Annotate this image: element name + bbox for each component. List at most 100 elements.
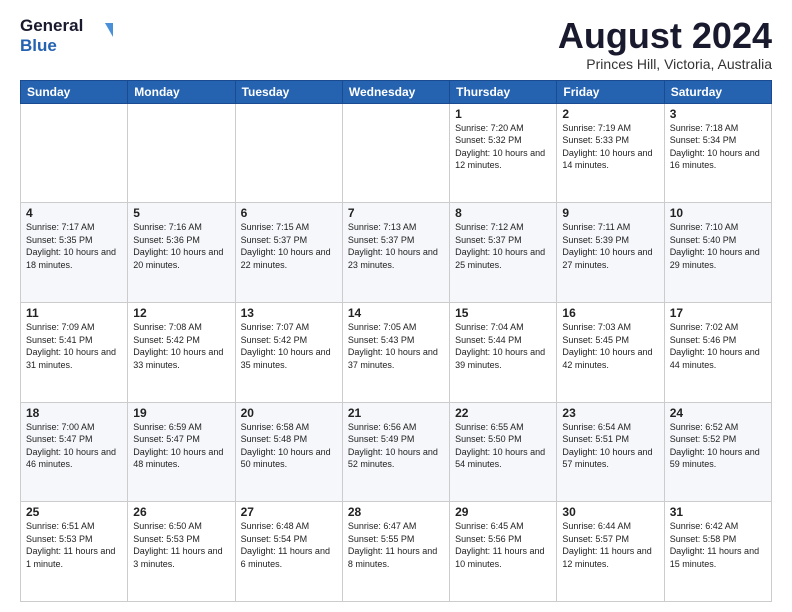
table-row: 11Sunrise: 7:09 AM Sunset: 5:41 PM Dayli… (21, 302, 128, 402)
location-subtitle: Princes Hill, Victoria, Australia (558, 56, 772, 72)
day-number: 28 (348, 505, 444, 519)
day-number: 25 (26, 505, 122, 519)
day-info: Sunrise: 6:47 AM Sunset: 5:55 PM Dayligh… (348, 520, 444, 570)
table-row: 9Sunrise: 7:11 AM Sunset: 5:39 PM Daylig… (557, 203, 664, 303)
day-info: Sunrise: 6:59 AM Sunset: 5:47 PM Dayligh… (133, 421, 229, 471)
table-row: 8Sunrise: 7:12 AM Sunset: 5:37 PM Daylig… (450, 203, 557, 303)
day-number: 4 (26, 206, 122, 220)
day-number: 5 (133, 206, 229, 220)
day-info: Sunrise: 7:02 AM Sunset: 5:46 PM Dayligh… (670, 321, 766, 371)
table-row (235, 103, 342, 203)
day-info: Sunrise: 7:20 AM Sunset: 5:32 PM Dayligh… (455, 122, 551, 172)
table-row: 13Sunrise: 7:07 AM Sunset: 5:42 PM Dayli… (235, 302, 342, 402)
day-number: 8 (455, 206, 551, 220)
table-row: 26Sunrise: 6:50 AM Sunset: 5:53 PM Dayli… (128, 502, 235, 602)
day-info: Sunrise: 6:55 AM Sunset: 5:50 PM Dayligh… (455, 421, 551, 471)
day-info: Sunrise: 7:04 AM Sunset: 5:44 PM Dayligh… (455, 321, 551, 371)
day-number: 14 (348, 306, 444, 320)
day-number: 22 (455, 406, 551, 420)
col-thursday: Thursday (450, 80, 557, 103)
day-info: Sunrise: 7:08 AM Sunset: 5:42 PM Dayligh… (133, 321, 229, 371)
day-number: 21 (348, 406, 444, 420)
day-number: 19 (133, 406, 229, 420)
page: General Blue August 2024 Princes Hill, V… (0, 0, 792, 612)
day-number: 12 (133, 306, 229, 320)
day-number: 7 (348, 206, 444, 220)
table-row: 1Sunrise: 7:20 AM Sunset: 5:32 PM Daylig… (450, 103, 557, 203)
table-row: 7Sunrise: 7:13 AM Sunset: 5:37 PM Daylig… (342, 203, 449, 303)
day-number: 30 (562, 505, 658, 519)
day-info: Sunrise: 7:19 AM Sunset: 5:33 PM Dayligh… (562, 122, 658, 172)
day-number: 17 (670, 306, 766, 320)
day-info: Sunrise: 7:09 AM Sunset: 5:41 PM Dayligh… (26, 321, 122, 371)
day-info: Sunrise: 7:07 AM Sunset: 5:42 PM Dayligh… (241, 321, 337, 371)
table-row: 29Sunrise: 6:45 AM Sunset: 5:56 PM Dayli… (450, 502, 557, 602)
day-info: Sunrise: 7:16 AM Sunset: 5:36 PM Dayligh… (133, 221, 229, 271)
logo-arrow-icon (87, 15, 117, 45)
table-row: 30Sunrise: 6:44 AM Sunset: 5:57 PM Dayli… (557, 502, 664, 602)
day-number: 26 (133, 505, 229, 519)
calendar: Sunday Monday Tuesday Wednesday Thursday… (20, 80, 772, 602)
col-sunday: Sunday (21, 80, 128, 103)
table-row (128, 103, 235, 203)
day-number: 29 (455, 505, 551, 519)
day-info: Sunrise: 6:54 AM Sunset: 5:51 PM Dayligh… (562, 421, 658, 471)
table-row: 6Sunrise: 7:15 AM Sunset: 5:37 PM Daylig… (235, 203, 342, 303)
day-info: Sunrise: 7:05 AM Sunset: 5:43 PM Dayligh… (348, 321, 444, 371)
day-info: Sunrise: 6:44 AM Sunset: 5:57 PM Dayligh… (562, 520, 658, 570)
table-row: 24Sunrise: 6:52 AM Sunset: 5:52 PM Dayli… (664, 402, 771, 502)
header: General Blue August 2024 Princes Hill, V… (20, 16, 772, 72)
day-info: Sunrise: 6:52 AM Sunset: 5:52 PM Dayligh… (670, 421, 766, 471)
day-info: Sunrise: 7:15 AM Sunset: 5:37 PM Dayligh… (241, 221, 337, 271)
day-info: Sunrise: 7:11 AM Sunset: 5:39 PM Dayligh… (562, 221, 658, 271)
day-number: 10 (670, 206, 766, 220)
day-number: 2 (562, 107, 658, 121)
day-info: Sunrise: 7:17 AM Sunset: 5:35 PM Dayligh… (26, 221, 122, 271)
logo: General Blue (20, 16, 117, 55)
table-row: 2Sunrise: 7:19 AM Sunset: 5:33 PM Daylig… (557, 103, 664, 203)
day-info: Sunrise: 7:10 AM Sunset: 5:40 PM Dayligh… (670, 221, 766, 271)
day-number: 27 (241, 505, 337, 519)
table-row: 4Sunrise: 7:17 AM Sunset: 5:35 PM Daylig… (21, 203, 128, 303)
day-number: 16 (562, 306, 658, 320)
month-title: August 2024 (558, 16, 772, 56)
table-row: 12Sunrise: 7:08 AM Sunset: 5:42 PM Dayli… (128, 302, 235, 402)
calendar-week-row: 4Sunrise: 7:17 AM Sunset: 5:35 PM Daylig… (21, 203, 772, 303)
col-saturday: Saturday (664, 80, 771, 103)
day-number: 15 (455, 306, 551, 320)
table-row: 3Sunrise: 7:18 AM Sunset: 5:34 PM Daylig… (664, 103, 771, 203)
calendar-header-row: Sunday Monday Tuesday Wednesday Thursday… (21, 80, 772, 103)
day-number: 18 (26, 406, 122, 420)
day-number: 3 (670, 107, 766, 121)
calendar-week-row: 1Sunrise: 7:20 AM Sunset: 5:32 PM Daylig… (21, 103, 772, 203)
col-friday: Friday (557, 80, 664, 103)
table-row (342, 103, 449, 203)
table-row: 21Sunrise: 6:56 AM Sunset: 5:49 PM Dayli… (342, 402, 449, 502)
calendar-week-row: 18Sunrise: 7:00 AM Sunset: 5:47 PM Dayli… (21, 402, 772, 502)
table-row (21, 103, 128, 203)
day-number: 13 (241, 306, 337, 320)
table-row: 23Sunrise: 6:54 AM Sunset: 5:51 PM Dayli… (557, 402, 664, 502)
table-row: 5Sunrise: 7:16 AM Sunset: 5:36 PM Daylig… (128, 203, 235, 303)
title-block: August 2024 Princes Hill, Victoria, Aust… (558, 16, 772, 72)
day-info: Sunrise: 6:42 AM Sunset: 5:58 PM Dayligh… (670, 520, 766, 570)
day-info: Sunrise: 7:12 AM Sunset: 5:37 PM Dayligh… (455, 221, 551, 271)
table-row: 18Sunrise: 7:00 AM Sunset: 5:47 PM Dayli… (21, 402, 128, 502)
table-row: 10Sunrise: 7:10 AM Sunset: 5:40 PM Dayli… (664, 203, 771, 303)
day-number: 31 (670, 505, 766, 519)
table-row: 17Sunrise: 7:02 AM Sunset: 5:46 PM Dayli… (664, 302, 771, 402)
table-row: 19Sunrise: 6:59 AM Sunset: 5:47 PM Dayli… (128, 402, 235, 502)
table-row: 22Sunrise: 6:55 AM Sunset: 5:50 PM Dayli… (450, 402, 557, 502)
col-tuesday: Tuesday (235, 80, 342, 103)
day-info: Sunrise: 7:03 AM Sunset: 5:45 PM Dayligh… (562, 321, 658, 371)
day-number: 11 (26, 306, 122, 320)
table-row: 16Sunrise: 7:03 AM Sunset: 5:45 PM Dayli… (557, 302, 664, 402)
day-number: 1 (455, 107, 551, 121)
day-number: 6 (241, 206, 337, 220)
table-row: 14Sunrise: 7:05 AM Sunset: 5:43 PM Dayli… (342, 302, 449, 402)
col-monday: Monday (128, 80, 235, 103)
table-row: 20Sunrise: 6:58 AM Sunset: 5:48 PM Dayli… (235, 402, 342, 502)
day-info: Sunrise: 7:00 AM Sunset: 5:47 PM Dayligh… (26, 421, 122, 471)
table-row: 28Sunrise: 6:47 AM Sunset: 5:55 PM Dayli… (342, 502, 449, 602)
day-info: Sunrise: 7:13 AM Sunset: 5:37 PM Dayligh… (348, 221, 444, 271)
